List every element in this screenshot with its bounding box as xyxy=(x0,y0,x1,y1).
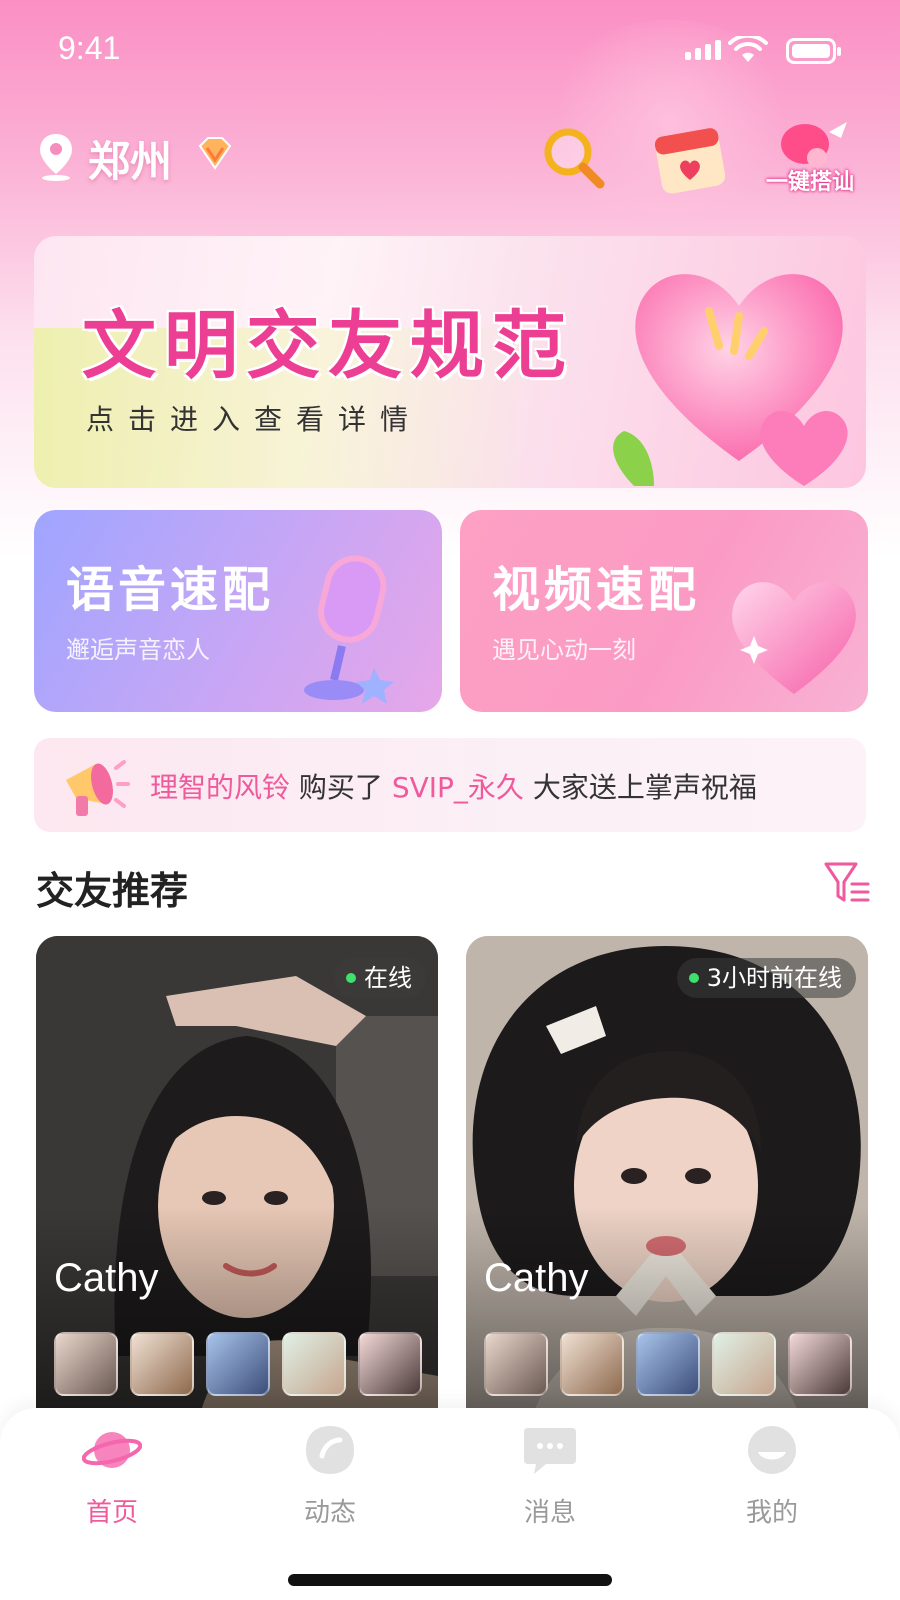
status-bar: 9:41 xyxy=(0,0,900,100)
photo-thumbnail[interactable] xyxy=(54,1332,118,1396)
community-rules-banner[interactable]: 文明交友规范 点击进入查看详情 xyxy=(34,236,866,488)
banner-subtitle: 点击进入查看详情 xyxy=(86,403,423,436)
notice-message: 大家送上掌声祝福 xyxy=(532,771,757,804)
photo-gradient-overlay xyxy=(466,1206,868,1436)
quick-greet-label: 一键搭讪 xyxy=(765,170,854,195)
tab-messages-label: 消息 xyxy=(523,1498,576,1528)
photo-thumbnail[interactable] xyxy=(206,1332,270,1396)
current-city[interactable]: 郑州 xyxy=(88,128,172,189)
notice-item: SVIP_永久 xyxy=(391,771,524,804)
wifi-icon xyxy=(728,36,768,62)
online-status-text: 3小时前在线 xyxy=(706,964,842,992)
purchase-notice-bar[interactable]: 理智的风铃 购买了 SVIP_永久 大家送上掌声祝福 xyxy=(34,738,866,832)
banner-title: 文明交友规范 xyxy=(82,303,574,389)
photo-thumbnail[interactable] xyxy=(712,1332,776,1396)
cellular-signal-icon xyxy=(685,40,721,60)
photo-thumbnail[interactable] xyxy=(636,1332,700,1396)
online-dot-icon xyxy=(688,973,699,983)
profile-card[interactable]: 3小时前在线 Cathy xyxy=(466,936,868,1436)
profile-card[interactable]: 在线 Cathy xyxy=(36,936,438,1436)
voice-match-subtitle: 邂逅声音恋人 xyxy=(66,636,210,664)
tab-profile[interactable]: 我的 xyxy=(712,1418,832,1528)
tab-moments-label: 动态 xyxy=(303,1498,356,1528)
location-pin-icon[interactable] xyxy=(36,132,76,182)
profile-name: Cathy xyxy=(54,1256,159,1300)
home-indicator[interactable] xyxy=(288,1574,612,1586)
online-status-text: 在线 xyxy=(364,964,412,992)
status-time: 9:41 xyxy=(58,30,121,66)
microphone-icon xyxy=(304,555,394,704)
top-header: 郑州 一键搭讪 xyxy=(0,120,900,200)
online-status-badge: 在线 xyxy=(334,958,426,998)
photo-thumbnail[interactable] xyxy=(282,1332,346,1396)
photo-thumbnail[interactable] xyxy=(560,1332,624,1396)
calendar-heart-icon[interactable] xyxy=(652,120,732,196)
fluffy-heart-illustration xyxy=(613,274,848,486)
profile-name: Cathy xyxy=(484,1256,589,1300)
photo-thumbnail[interactable] xyxy=(788,1332,852,1396)
recommend-section-title: 交友推荐 xyxy=(36,869,189,913)
moments-icon xyxy=(306,1426,354,1474)
notice-text: 理智的风铃 购买了 SVIP_永久 大家送上掌声祝福 xyxy=(150,766,757,806)
quick-greet-button[interactable]: 一键搭讪 xyxy=(755,118,865,200)
tab-profile-label: 我的 xyxy=(745,1498,798,1528)
photo-thumbnail[interactable] xyxy=(358,1332,422,1396)
video-match-card[interactable]: 视频速配 遇见心动一刻 xyxy=(460,510,868,712)
tab-moments[interactable]: 动态 xyxy=(270,1418,390,1528)
online-dot-icon xyxy=(346,973,356,983)
online-status-badge: 3小时前在线 xyxy=(676,958,856,998)
profile-face-icon xyxy=(748,1426,796,1474)
photo-thumbnails xyxy=(484,1332,852,1396)
photo-gradient-overlay xyxy=(36,1206,438,1436)
tab-messages[interactable]: 消息 xyxy=(490,1418,610,1528)
tab-home[interactable]: 首页 xyxy=(52,1418,172,1528)
tab-home-label: 首页 xyxy=(85,1498,138,1528)
bottom-tab-bar: 首页 动态 消息 我的 xyxy=(0,1408,900,1600)
glossy-heart-icon xyxy=(732,582,856,694)
vip-diamond-icon[interactable] xyxy=(196,136,234,172)
photo-thumbnail[interactable] xyxy=(130,1332,194,1396)
battery-icon xyxy=(786,38,841,64)
photo-thumbnail[interactable] xyxy=(484,1332,548,1396)
photo-thumbnails xyxy=(54,1332,422,1396)
planet-icon xyxy=(82,1432,142,1468)
video-match-subtitle: 遇见心动一刻 xyxy=(492,636,636,664)
notice-user[interactable]: 理智的风铃 xyxy=(150,771,290,804)
megaphone-icon xyxy=(66,760,130,816)
message-bubble-icon xyxy=(524,1428,576,1474)
search-icon[interactable] xyxy=(540,124,610,194)
filter-icon[interactable] xyxy=(822,858,872,908)
notice-action: 购买了 xyxy=(298,771,383,804)
voice-match-title: 语音速配 xyxy=(66,562,275,618)
voice-match-card[interactable]: 语音速配 邂逅声音恋人 xyxy=(34,510,442,712)
video-match-title: 视频速配 xyxy=(492,562,701,618)
